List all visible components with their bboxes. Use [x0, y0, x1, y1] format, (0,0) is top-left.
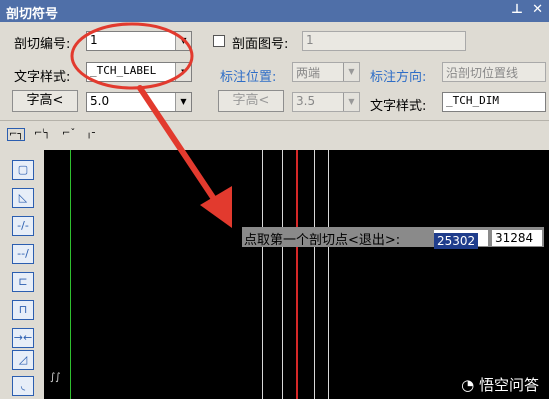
annotation-ellipse — [70, 22, 194, 90]
annotation-overlay — [70, 22, 232, 228]
watermark: ◔ 悟空问答 — [461, 376, 539, 394]
watermark-logo-icon: ◔ — [461, 376, 479, 394]
annotation-arrow-head — [200, 186, 232, 228]
annotation-arrow-shaft — [137, 85, 221, 208]
